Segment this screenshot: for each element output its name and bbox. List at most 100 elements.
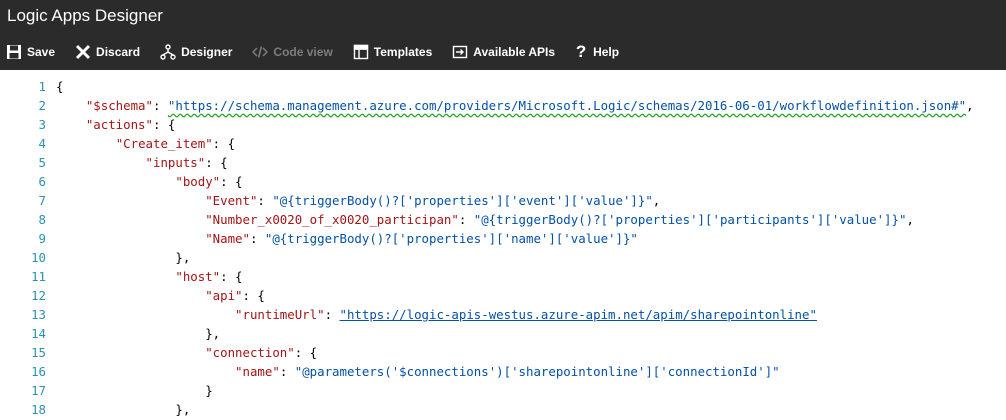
json-punctuation — [56, 136, 116, 151]
code-view-label: Code view — [273, 45, 333, 59]
json-punctuation — [56, 212, 205, 227]
json-punctuation: }, — [56, 402, 191, 417]
json-punctuation — [56, 231, 205, 246]
code-editor[interactable]: 1 {2 "$schema": "https://schema.managemen… — [0, 70, 1006, 420]
window-title: Logic Apps Designer — [0, 0, 1006, 34]
save-icon — [6, 44, 22, 60]
workflow-icon — [160, 44, 176, 60]
json-punctuation: : { — [242, 288, 265, 303]
json-key: "Name" — [205, 231, 250, 246]
templates-icon — [353, 44, 369, 60]
line-number: 17 — [31, 383, 46, 398]
json-string: "@{triggerBody()?['properties']['partici… — [473, 212, 907, 227]
json-punctuation: : { — [212, 136, 236, 151]
json-punctuation: , — [966, 98, 974, 113]
json-string: "@parameters('$connections')['sharepoint… — [294, 364, 780, 379]
json-key: "name" — [235, 364, 280, 379]
line-number: 18 — [31, 402, 46, 417]
json-punctuation: : { — [152, 117, 176, 132]
code-icon — [252, 44, 269, 60]
json-punctuation — [56, 345, 205, 360]
code-text: "Event": "@{triggerBody()?['properties']… — [56, 191, 660, 210]
line-number: 10 — [31, 250, 46, 265]
json-punctuation — [56, 155, 146, 170]
code-text: "actions": { — [56, 115, 176, 134]
line-number: 13 — [31, 307, 46, 322]
json-key: "Create_item" — [115, 136, 213, 151]
json-string: "@{triggerBody()?['properties']['event']… — [272, 193, 653, 208]
line-number: 6 — [38, 174, 46, 189]
line-number: 11 — [31, 269, 46, 284]
code-text: "$schema": "https://schema.management.az… — [56, 96, 974, 115]
line-number: 14 — [31, 326, 46, 341]
close-icon — [75, 44, 91, 60]
api-icon — [452, 44, 468, 60]
json-punctuation — [56, 364, 235, 379]
line-number: 15 — [31, 345, 46, 360]
json-punctuation: } — [56, 383, 213, 398]
code-text: }, — [56, 248, 190, 267]
available-apis-button[interactable]: Available APIs — [452, 44, 555, 60]
json-key: "connection" — [205, 345, 295, 360]
code-text: "runtimeUrl": "https://logic-apis-westus… — [56, 305, 817, 324]
designer-button[interactable]: Designer — [160, 44, 232, 60]
code-text: "host": { — [56, 267, 243, 286]
json-punctuation: : — [279, 364, 295, 379]
line-number: 2 — [38, 98, 46, 113]
json-punctuation: }, — [56, 326, 221, 341]
code-text: "Number_x0020_of_x0020_participan": "@{t… — [56, 210, 914, 229]
json-string: "@{triggerBody()?['properties']['name'][… — [264, 231, 638, 246]
json-punctuation: : — [324, 307, 340, 322]
line-number: 5 — [38, 155, 46, 170]
json-url-string: "https://logic-apis-westus.azure-apim.ne… — [339, 307, 817, 322]
line-number: 12 — [31, 288, 46, 303]
code-text: "inputs": { — [56, 153, 228, 172]
code-text: } — [56, 381, 213, 400]
json-punctuation — [56, 174, 175, 189]
json-key: "$schema" — [85, 98, 153, 113]
json-punctuation: : { — [205, 155, 228, 170]
json-punctuation: : — [249, 231, 265, 246]
help-label: Help — [593, 45, 620, 59]
json-key: "actions" — [85, 117, 153, 132]
line-number: 3 — [38, 117, 46, 132]
code-view-button[interactable]: Code view — [252, 44, 333, 60]
code-text: "connection": { — [56, 343, 317, 362]
discard-label: Discard — [96, 45, 141, 59]
json-punctuation: , — [906, 212, 914, 227]
line-number: 8 — [38, 212, 46, 227]
json-punctuation: { — [56, 79, 64, 94]
json-punctuation: : { — [294, 345, 318, 360]
json-punctuation: : — [458, 212, 474, 227]
json-punctuation: : { — [220, 174, 243, 189]
templates-label: Templates — [373, 45, 433, 59]
json-key: "api" — [205, 288, 243, 303]
code-text: { — [56, 77, 63, 96]
discard-button[interactable]: Discard — [75, 44, 140, 60]
line-number: 7 — [38, 193, 46, 208]
help-button[interactable]: ? Help — [575, 42, 620, 61]
code-text: }, — [56, 400, 190, 419]
json-punctuation: , — [652, 193, 661, 208]
save-label: Save — [27, 45, 56, 59]
save-button[interactable]: Save — [6, 44, 55, 60]
code-text: "body": { — [56, 172, 243, 191]
line-number: 9 — [38, 231, 46, 246]
json-punctuation — [56, 307, 235, 322]
json-punctuation: : — [152, 98, 168, 113]
json-punctuation — [56, 288, 205, 303]
json-punctuation — [56, 193, 205, 208]
json-punctuation: : — [257, 193, 273, 208]
json-url-string: "https://schema.management.azure.com/pro… — [167, 98, 967, 113]
line-number: 4 — [38, 136, 46, 151]
toolbar: Save Discard Designer Code view Template… — [0, 34, 1006, 70]
json-key: "body" — [175, 174, 221, 189]
json-key: "runtimeUrl" — [235, 307, 325, 322]
code-text: }, — [56, 324, 220, 343]
json-key: "inputs" — [145, 155, 206, 170]
templates-button[interactable]: Templates — [353, 44, 432, 60]
designer-label: Designer — [181, 45, 233, 59]
available-apis-label: Available APIs — [473, 45, 556, 59]
json-punctuation: : { — [220, 269, 243, 284]
code-text: "Name": "@{triggerBody()?['properties'][… — [56, 229, 638, 248]
